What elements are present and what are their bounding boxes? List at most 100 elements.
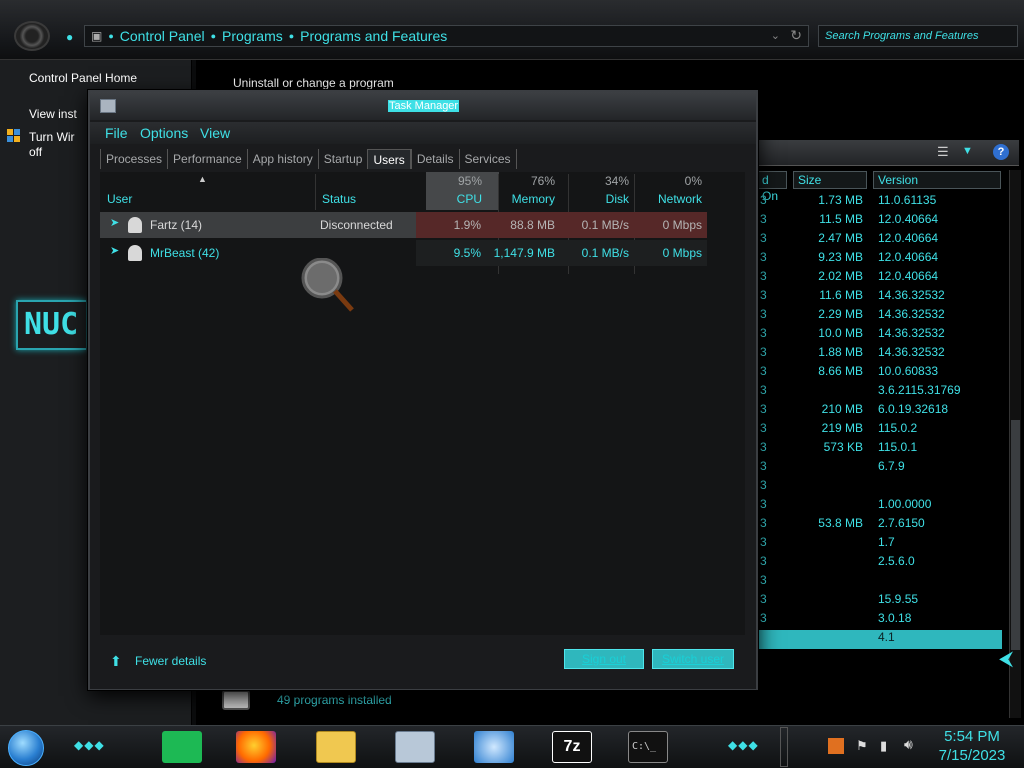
memory-percent: 76% [530, 174, 555, 188]
chevron-up-icon[interactable]: ⬆ [110, 653, 122, 670]
view-options-icon[interactable]: ☰ [937, 144, 949, 160]
column-divider [315, 174, 316, 210]
volume-icon[interactable]: 🔊︎ [904, 736, 913, 753]
address-bar[interactable]: ▣ ● Control Panel ● Programs ● Programs … [84, 25, 809, 47]
program-row[interactable]: 3 [757, 573, 1002, 592]
menu-file[interactable]: File [105, 125, 128, 141]
program-size: 2.29 MB [818, 307, 863, 321]
firefox-icon[interactable] [236, 731, 276, 763]
program-row[interactable]: 3 15.9.55 [757, 592, 1002, 611]
column-disk[interactable]: Disk [570, 192, 629, 206]
tab-details[interactable]: Details [410, 149, 459, 169]
program-size: 9.23 MB [818, 250, 863, 264]
tab-services[interactable]: Services [458, 149, 517, 169]
help-icon[interactable]: ? [993, 144, 1009, 160]
refresh-icon[interactable]: ↻ [790, 27, 802, 44]
program-installed-on: 3 [760, 592, 767, 606]
program-row[interactable]: 3 11.6 MB 14.36.32532 [757, 288, 1002, 307]
user-row[interactable]: ➤ Fartz (14) Disconnected 1.9% 88.8 MB 0… [100, 212, 707, 238]
column-version[interactable]: Version [873, 171, 1001, 189]
chevron-down-icon[interactable]: ⌄ [771, 29, 780, 42]
tab-users[interactable]: Users [367, 149, 411, 169]
show-desktop-button[interactable] [780, 727, 788, 767]
program-row[interactable]: 3 [757, 478, 1002, 497]
program-row[interactable]: 3 2.47 MB 12.0.40664 [757, 231, 1002, 250]
program-row[interactable]: 3 6.7.9 [757, 459, 1002, 478]
flag-icon[interactable]: ⚑ [856, 738, 868, 754]
disk-percent: 34% [604, 174, 629, 188]
tab-startup[interactable]: Startup [317, 149, 368, 169]
program-row[interactable]: 3 1.00.0000 [757, 497, 1002, 516]
back-forward-orb-icon[interactable] [14, 21, 50, 51]
program-row[interactable]: 3 2.02 MB 12.0.40664 [757, 269, 1002, 288]
menu-view[interactable]: View [200, 125, 230, 141]
expand-icon[interactable]: ➤ [110, 216, 119, 229]
7zip-icon[interactable]: 7z [552, 731, 592, 763]
program-row[interactable]: 3 8.66 MB 10.0.60833 [757, 364, 1002, 383]
fewer-details-link[interactable]: Fewer details [135, 654, 206, 668]
program-size: 11.5 MB [819, 212, 863, 226]
program-row[interactable]: 3 219 MB 115.0.2 [757, 421, 1002, 440]
user-row[interactable]: ➤ MrBeast (42) 9.5% 1,147.9 MB 0.1 MB/s … [100, 240, 707, 266]
taskbar-deco-icon: ◆◆◆ [74, 738, 105, 752]
program-size: 1.88 MB [818, 345, 863, 359]
clock-date[interactable]: 7/15/2023 [932, 747, 1012, 764]
program-version: 6.0.19.32618 [878, 402, 949, 416]
column-network[interactable]: Network [640, 192, 702, 206]
task-manager-taskbar-icon[interactable] [395, 731, 435, 763]
breadcrumb-programs[interactable]: Programs [222, 28, 283, 44]
breadcrumb-separator-icon: ● [108, 31, 114, 41]
turn-windows-features-link-off[interactable]: off [29, 145, 42, 159]
expand-icon[interactable]: ➤ [110, 244, 119, 257]
column-installed-on[interactable]: d On [757, 171, 787, 203]
program-row[interactable]: 3 210 MB 6.0.19.32618 [757, 402, 1002, 421]
search-input[interactable]: Search Programs and Features [818, 25, 1018, 47]
column-status[interactable]: Status [322, 192, 356, 206]
view-installed-updates-link[interactable]: View inst [29, 107, 77, 121]
program-row[interactable]: 3 1.88 MB 14.36.32532 [757, 345, 1002, 364]
breadcrumb: ▣ ● Control Panel ● Programs ● Programs … [85, 26, 447, 46]
program-row[interactable]: 3 1.7 [757, 535, 1002, 554]
clock-time[interactable]: 5:54 PM [932, 728, 1012, 745]
file-explorer-icon[interactable] [316, 731, 356, 763]
program-row[interactable]: 3 10.0 MB 14.36.32532 [757, 326, 1002, 345]
turn-windows-features-link[interactable]: Turn Wir [29, 130, 75, 144]
media-icon[interactable] [474, 731, 514, 763]
program-installed-on: 3 [760, 478, 767, 492]
breadcrumb-control-panel[interactable]: Control Panel [120, 28, 205, 44]
breadcrumb-programs-and-features[interactable]: Programs and Features [300, 28, 447, 44]
scrollbar-thumb[interactable] [1011, 420, 1020, 650]
column-memory[interactable]: Memory [500, 192, 555, 206]
program-row[interactable]: 3 3.0.18 [757, 611, 1002, 630]
program-row[interactable]: 3 53.8 MB 2.7.6150 [757, 516, 1002, 535]
start-button[interactable] [8, 730, 44, 766]
menu-options[interactable]: Options [140, 125, 188, 141]
program-row[interactable]: 3 1.73 MB 11.0.61135 [757, 193, 1002, 212]
program-row[interactable]: 3 573 KB 115.0.1 [757, 440, 1002, 459]
column-size[interactable]: Size [793, 171, 867, 189]
chevron-down-icon[interactable]: ▼ [962, 145, 973, 157]
program-row[interactable]: 4.1 [757, 630, 1002, 649]
program-row[interactable]: 3 2.29 MB 14.36.32532 [757, 307, 1002, 326]
sign-out-button[interactable]: Sign out [564, 649, 644, 669]
program-row[interactable]: 3 3.6.2115.31769 [757, 383, 1002, 402]
network-icon[interactable]: ▮ [880, 738, 887, 754]
tab-processes[interactable]: Processes [100, 149, 167, 169]
switch-user-button[interactable]: Switch user [652, 649, 734, 669]
terminal-icon[interactable]: C:\_ [628, 731, 668, 763]
program-installed-on: 3 [760, 345, 767, 359]
program-installed-on: 3 [760, 459, 767, 473]
control-panel-home-link[interactable]: Control Panel Home [29, 71, 137, 85]
task-manager-titlebar[interactable]: Task Manager [90, 92, 756, 120]
tab-app-history[interactable]: App history [246, 149, 318, 169]
tray-app-icon[interactable] [828, 738, 844, 754]
program-row[interactable]: 3 2.5.6.0 [757, 554, 1002, 573]
tab-performance[interactable]: Performance [167, 149, 247, 169]
program-row[interactable]: 3 11.5 MB 12.0.40664 [757, 212, 1002, 231]
spotify-icon[interactable] [162, 731, 202, 763]
program-size: 219 MB [821, 421, 863, 435]
column-user[interactable]: User [107, 192, 132, 206]
program-installed-on: 3 [760, 250, 767, 264]
column-cpu[interactable]: CPU [426, 192, 482, 206]
program-row[interactable]: 3 9.23 MB 12.0.40664 [757, 250, 1002, 269]
